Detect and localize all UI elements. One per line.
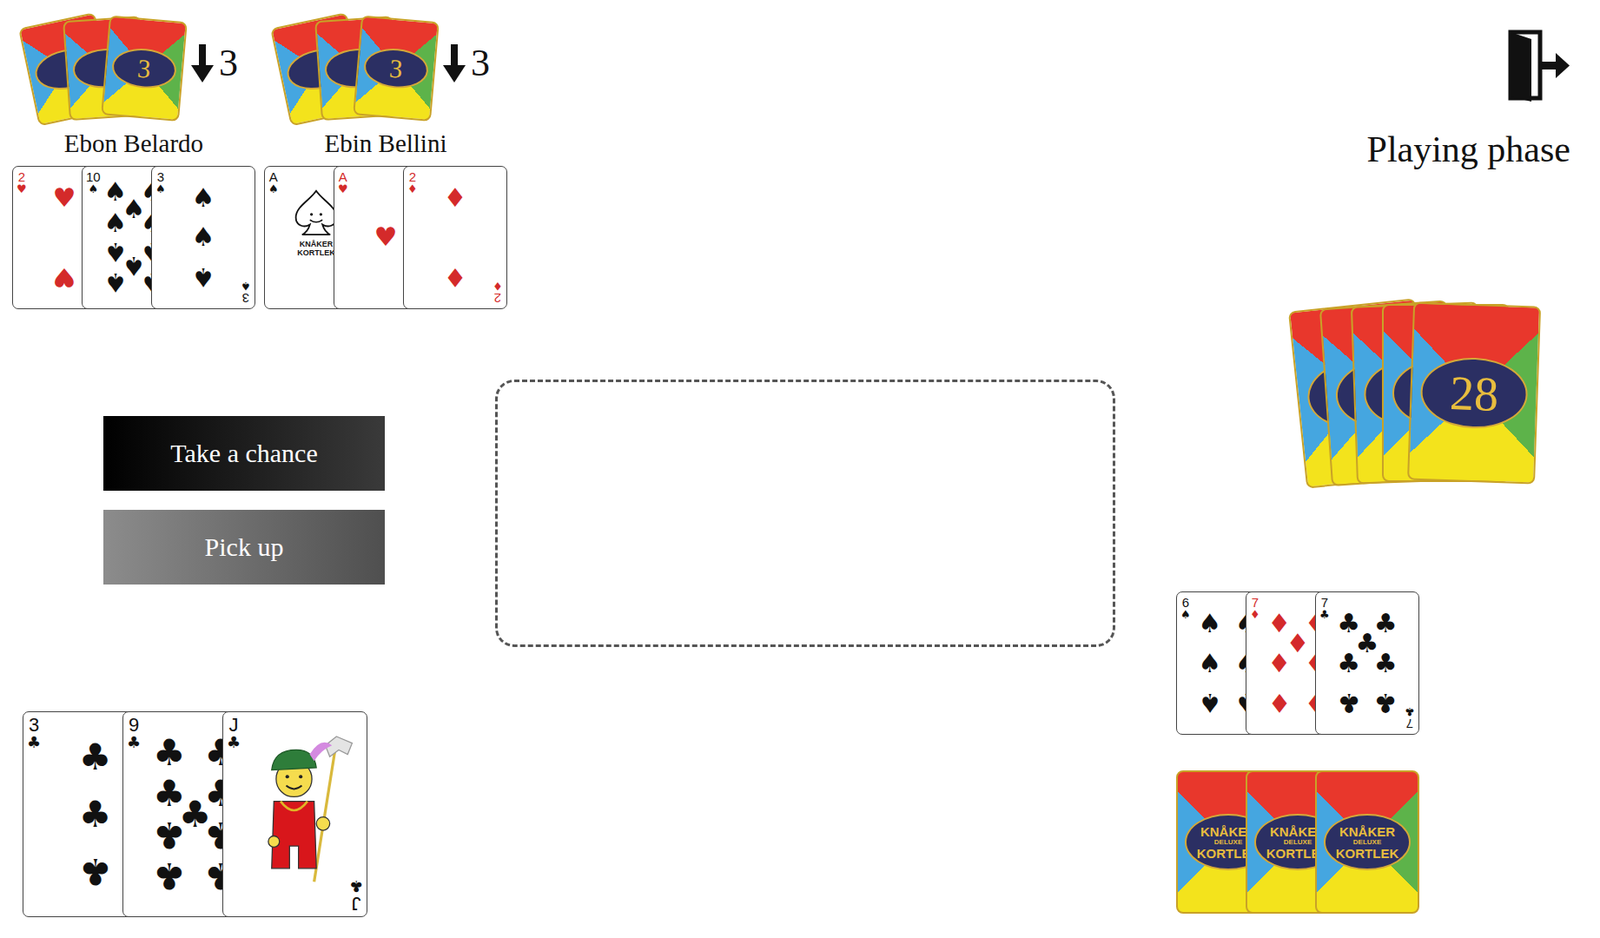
opponent-hand: 3 [29,18,179,119]
card-back-oval: 3 [362,46,430,91]
player-table-cards: 6♠♠♠♠♠♠♠6♠7♦♦♦♦♦♦♦♦7♦7♣♣♣♣♣♣♣♣7♣KNÅKERDE… [1176,591,1420,914]
suit-pip: ♠ [103,210,127,237]
card-index: 3♠ [155,170,166,195]
suit-pip: ♠ [191,185,216,212]
suit-pip: ♦ [1267,689,1291,716]
card-index: 3♣ [26,715,41,751]
face-down-count: 3 [442,44,490,92]
playing-card: 3♠ ♠ ♠ ♠ 3♠ [151,165,256,310]
card-face-art [249,724,362,893]
phase-label: Playing phase [1367,127,1571,172]
suit-pip: ♠ [1197,650,1222,677]
arrow-down-icon [191,44,214,83]
card-index: J♣ [349,878,364,913]
suit-pip: ♣ [1336,689,1361,716]
suit-pip: ♣ [79,796,113,834]
card-index: A♠ [268,170,279,195]
suit-pip: ♣ [79,739,113,776]
opponent: 33Ebon Belardo2♥♥♥2♥10♠♠♠♠♠♠♠♠♠♠♠10♠3♠♠♠… [12,10,256,310]
status-area: Playing phase [1367,28,1571,172]
action-button[interactable]: Pick up [103,509,385,585]
playing-card[interactable]: J♣ J♣ [222,711,368,918]
suit-pip: ♥ [52,264,77,291]
card-index: A♥ [337,170,349,195]
playing-card: 2♦ ♦ ♦ 2♦ [403,165,508,310]
player-face-up-cards: 6♠♠♠♠♠♠♠6♠7♦♦♦♦♦♦♦♦7♦7♣♣♣♣♣♣♣♣7♣ [1176,591,1420,735]
card-index: 2♥ [16,170,27,195]
exit-door-icon[interactable] [1507,28,1571,102]
action-button[interactable]: Take a chance [103,416,385,491]
player-hand: 3♣♣♣♣3♣9♣♣♣♣♣♣♣♣♣♣9♣J♣J♣ [22,711,368,918]
game-board: 33Ebon Belardo2♥♥♥2♥10♠♠♠♠♠♠♠♠♠♠♠10♠3♠♠♠… [0,0,1600,938]
draw-deck[interactable]: 28 [1306,304,1535,483]
suit-pip: ♣ [1374,689,1398,716]
card-back-oval: KNÅKERDELUXEKORTLEK [1323,813,1411,870]
suit-pip: ♠ [1197,610,1222,637]
card-index: 7♦ [1249,595,1261,621]
suit-pip: ♠ [103,269,127,296]
opponent-hand: 3 [281,18,431,119]
suit-pip: ♠ [191,264,216,291]
card-index: 7♣ [1404,706,1415,731]
opponents: 33Ebon Belardo2♥♥♥2♥10♠♠♠♠♠♠♠♠♠♠♠10♠3♠♠♠… [12,10,508,310]
opponent-name: Ebin Bellini [324,128,448,159]
play-pile[interactable] [495,379,1116,648]
card-index: 2♦ [407,170,418,195]
card-back: KNÅKERDELUXEKORTLEK [1315,770,1420,914]
opponent-face-up-cards: 2♥♥♥2♥10♠♠♠♠♠♠♠♠♠♠♠10♠3♠♠♠♠3♠ [12,165,256,310]
suit-pip: ♣ [1374,650,1398,677]
suit-pip: ♦ [443,264,468,291]
suit-pip: ♣ [152,734,186,772]
suit-pip: ♣ [1336,650,1361,677]
card-back-oval: 28 [1419,356,1529,430]
card-index: 9♣ [126,715,141,751]
card-index: 10♠ [85,170,101,195]
suit-pip: ♣ [152,816,186,853]
card-back: 3 [100,14,188,121]
action-buttons: Take a chance Pick up [103,416,385,585]
suit-pip: ♠ [1197,689,1222,716]
card-index: J♣ [226,715,241,751]
suit-pip: ♥ [374,224,398,251]
card-index: 6♠ [1180,595,1191,621]
card-back-oval: 3 [110,46,179,91]
arrow-down-icon [442,44,466,83]
opponent-name: Ebon Belardo [64,128,204,159]
player-face-down-cards: KNÅKERDELUXEKORTLEKKNÅKERDELUXEKORTLEKKN… [1176,770,1420,914]
suit-pip: ♦ [1267,650,1291,677]
card-index: 7♣ [1319,595,1330,621]
suit-pip: ♣ [79,852,113,890]
suit-pip: ♥ [52,185,77,212]
suit-pip: ♦ [443,185,468,212]
suit-pip: ♣ [152,857,186,894]
card-index: 3♠ [240,280,252,305]
suit-pip: ♠ [191,224,216,251]
face-down-count: 3 [191,44,239,92]
playing-card[interactable]: 7♣♣♣♣♣♣♣♣7♣ [1315,591,1420,735]
opponent-face-up-cards: A♠KNÅKERKORTLEKA♠A♥♥A♥2♦♦♦2♦ [264,165,508,310]
opponent: 33Ebin BelliniA♠KNÅKERKORTLEKA♠A♥♥A♥2♦♦♦… [264,10,508,310]
card-index: 2♦ [492,280,503,305]
jack-figure-icon [249,724,362,893]
card-back: 3 [352,14,440,121]
card-back: 28 [1407,302,1541,485]
smiling-spade-icon [292,187,340,239]
